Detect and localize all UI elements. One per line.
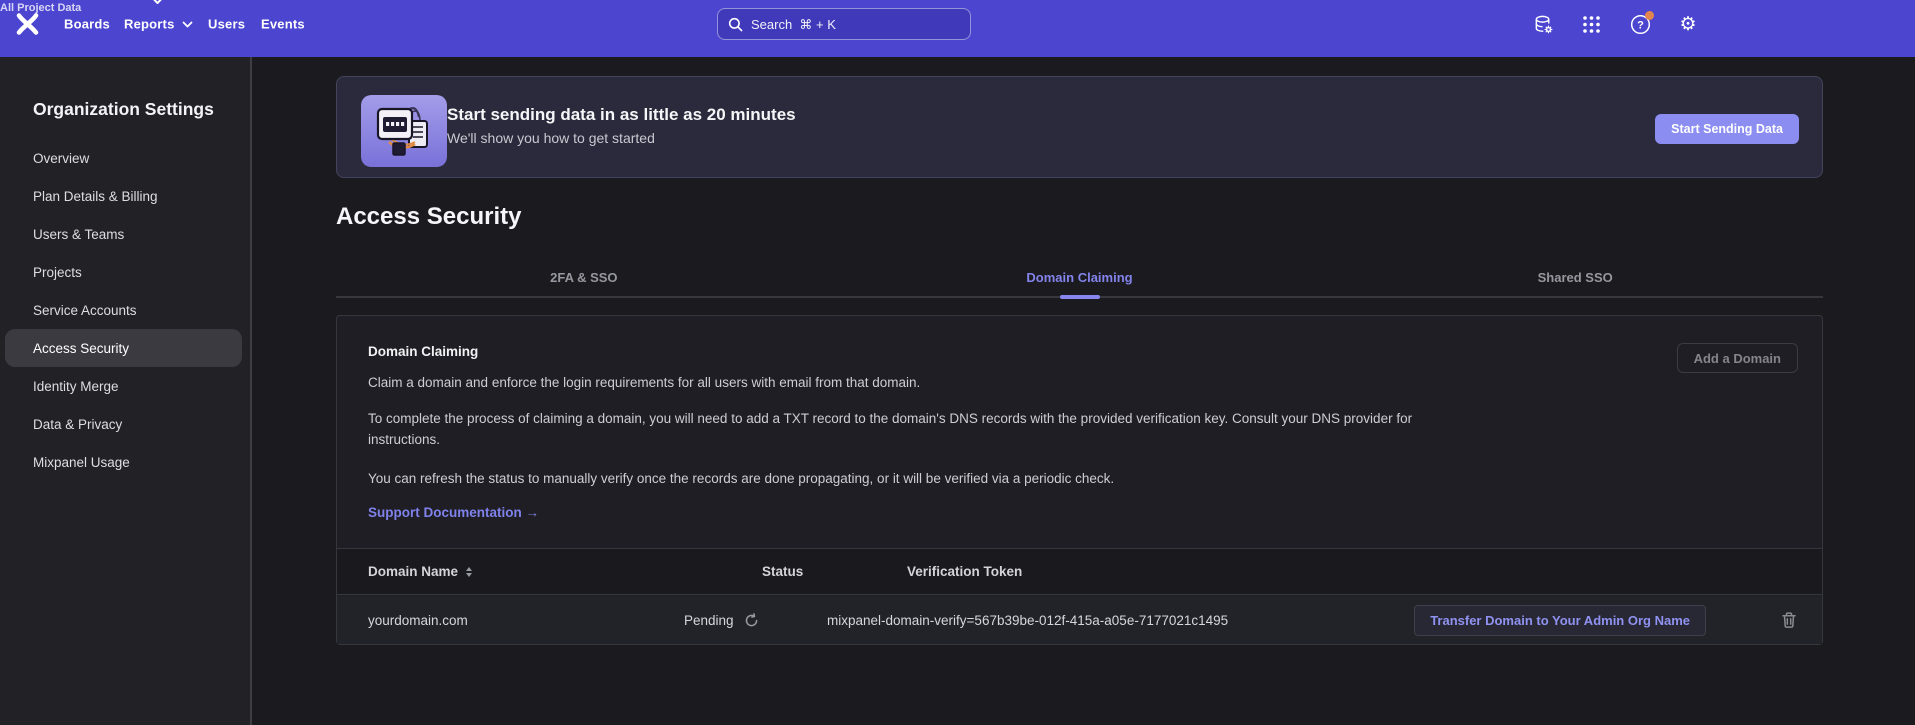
settings-gear-icon[interactable]: ⚙: [1677, 13, 1699, 35]
apps-grid-icon[interactable]: [1580, 13, 1602, 35]
banner-title: Start sending data in as little as 20 mi…: [447, 103, 796, 127]
column-header-status: Status: [762, 549, 803, 594]
sidebar-item-data-privacy[interactable]: Data & Privacy: [0, 405, 250, 443]
banner-subtitle: We'll show you how to get started: [447, 127, 796, 149]
panel-description-3: You can refresh the status to manually v…: [368, 468, 1114, 489]
domain-name-cell: yourdomain.com: [368, 596, 468, 644]
sidebar-item-projects[interactable]: Projects: [0, 253, 250, 291]
refresh-status-icon[interactable]: [744, 613, 759, 628]
help-icon[interactable]: ?: [1629, 13, 1651, 35]
sidebar-title: Organization Settings: [33, 99, 214, 120]
panel-description-2-line1: To complete the process of claiming a do…: [368, 411, 1412, 426]
main-area: Start sending data in as little as 20 mi…: [252, 57, 1915, 725]
column-header-domain-name[interactable]: Domain Name: [368, 549, 472, 594]
sidebar-item-access-security[interactable]: Access Security: [5, 329, 242, 367]
org-settings-sidebar: Organization Settings Overview Plan Deta…: [0, 57, 252, 725]
panel-description-2: To complete the process of claiming a do…: [368, 408, 1412, 450]
column-header-domain-name-label: Domain Name: [368, 564, 458, 579]
panel-description-1: Claim a domain and enforce the login req…: [368, 372, 920, 393]
panel-description-2-line2: instructions.: [368, 432, 440, 447]
support-documentation-link[interactable]: Support Documentation →: [368, 502, 539, 523]
project-name: All Project Data: [0, 2, 137, 15]
tab-domain-claiming-label: Domain Claiming: [1026, 270, 1132, 285]
tab-shared-sso[interactable]: Shared SSO: [1327, 262, 1823, 296]
data-management-icon[interactable]: [1532, 13, 1554, 35]
status-value: Pending: [684, 613, 734, 628]
sidebar-item-users-teams[interactable]: Users & Teams: [0, 215, 250, 253]
active-tab-indicator: [1060, 295, 1100, 299]
tab-2fa-sso[interactable]: 2FA & SSO: [336, 262, 832, 296]
tab-domain-claiming[interactable]: Domain Claiming: [832, 262, 1328, 296]
account-switcher[interactable]: 44eebad12c65eb0c35f All Project Data: [0, 0, 1915, 15]
verification-token-cell: mixpanel-domain-verify=567b39be-012f-415…: [827, 596, 1228, 644]
svg-text:?: ?: [1637, 19, 1644, 31]
chevron-down-icon: [182, 20, 193, 28]
access-security-tabs: 2FA & SSO Domain Claiming Shared SSO: [336, 262, 1823, 298]
domain-claiming-panel: Domain Claiming Add a Domain Claim a dom…: [336, 315, 1823, 645]
nav-item-users[interactable]: Users: [208, 17, 245, 32]
nav-item-boards[interactable]: Boards: [64, 17, 110, 32]
domains-table-header: Domain Name Status Verification Token: [337, 548, 1822, 595]
onboarding-banner: Start sending data in as little as 20 mi…: [336, 76, 1823, 178]
sidebar-item-overview[interactable]: Overview: [0, 139, 250, 177]
delete-domain-trash-icon[interactable]: [1781, 612, 1797, 629]
devices-illustration-icon: [361, 95, 447, 167]
chevron-down-icon: [151, 0, 164, 5]
panel-title: Domain Claiming: [368, 343, 478, 361]
status-cell: Pending: [684, 596, 759, 644]
add-domain-button[interactable]: Add a Domain: [1677, 343, 1798, 373]
nav-item-reports[interactable]: Reports: [124, 17, 193, 32]
sidebar-list: Overview Plan Details & Billing Users & …: [0, 139, 250, 481]
sidebar-item-service-accounts[interactable]: Service Accounts: [0, 291, 250, 329]
domain-table-row: yourdomain.com Pending mixpanel-domain-v…: [337, 596, 1822, 644]
search-icon: [728, 17, 743, 32]
nav-item-reports-label: Reports: [124, 17, 175, 32]
sort-icon: [466, 567, 472, 577]
start-sending-data-button[interactable]: Start Sending Data: [1655, 114, 1799, 144]
sidebar-item-mixpanel-usage[interactable]: Mixpanel Usage: [0, 443, 250, 481]
transfer-domain-button[interactable]: Transfer Domain to Your Admin Org Name: [1414, 605, 1706, 636]
sidebar-item-identity-merge[interactable]: Identity Merge: [0, 367, 250, 405]
column-header-verification-token: Verification Token: [907, 549, 1022, 594]
nav-item-events[interactable]: Events: [261, 17, 305, 32]
search-input[interactable]: [751, 17, 960, 32]
top-nav: Boards Reports Users Events: [0, 0, 1915, 57]
sidebar-item-plan-details-billing[interactable]: Plan Details & Billing: [0, 177, 250, 215]
page-title: Access Security: [336, 203, 521, 231]
